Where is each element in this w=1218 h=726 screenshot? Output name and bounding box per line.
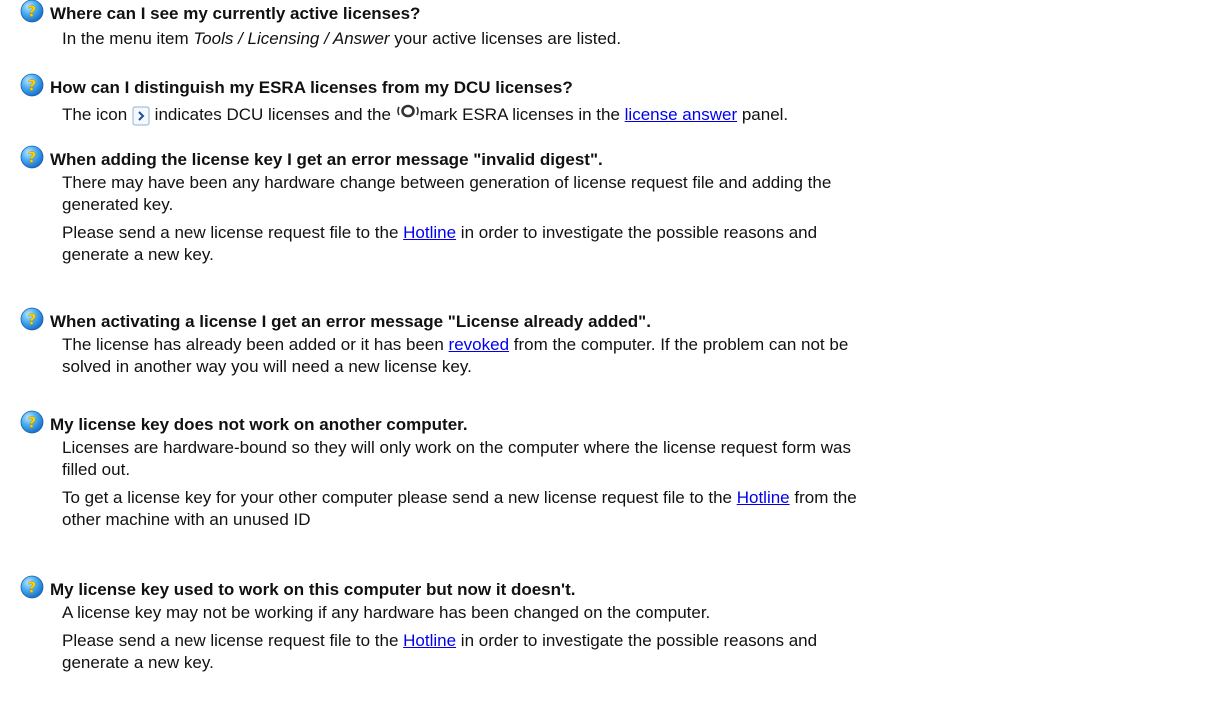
question-mark-icon: [20, 73, 44, 97]
faq-question-row: When activating a license I get an error…: [20, 310, 1208, 334]
dcu-arrow-icon: [132, 106, 150, 126]
faq-question: How can I distinguish my ESRA licenses f…: [50, 78, 573, 97]
faq-question: My license key does not work on another …: [50, 415, 468, 434]
faq-answer: The icon indicates DCU licenses and the …: [62, 104, 789, 126]
question-mark-icon: [20, 145, 44, 169]
faq-question-row: My license key does not work on another …: [20, 413, 1208, 437]
faq-question-row: Where can I see my currently active lice…: [20, 2, 1208, 26]
faq-answer: Licenses are hardware-bound so they will…: [62, 438, 857, 529]
faq-answer: A license key may not be working if any …: [62, 603, 818, 672]
faq-item: When adding the license key I get an err…: [20, 148, 1208, 264]
faq-question-row: When adding the license key I get an err…: [20, 148, 1208, 172]
faq-question-row: My license key used to work on this comp…: [20, 578, 1208, 602]
faq-answer: In the menu item Tools / Licensing / Ans…: [62, 29, 622, 48]
faq-question: Where can I see my currently active lice…: [50, 4, 421, 23]
question-mark-icon: [20, 0, 44, 23]
faq-question-row: How can I distinguish my ESRA licenses f…: [20, 76, 1208, 100]
faq-item: My license key does not work on another …: [20, 413, 1208, 529]
faq-question: When adding the license key I get an err…: [50, 150, 603, 169]
faq-item: My license key used to work on this comp…: [20, 578, 1208, 672]
faq-item: How can I distinguish my ESRA licenses f…: [20, 76, 1208, 126]
faq-question: My license key used to work on this comp…: [50, 580, 576, 599]
question-mark-icon: [20, 410, 44, 434]
faq-item: Where can I see my currently active lice…: [20, 2, 1208, 48]
hotline-link[interactable]: Hotline: [737, 488, 790, 507]
faq-answer: There may have been any hardware change …: [62, 173, 832, 264]
hotline-link[interactable]: Hotline: [403, 223, 456, 242]
faq-question: When activating a license I get an error…: [50, 312, 651, 331]
esra-ring-icon: [396, 104, 419, 118]
faq-answer: The license has already been added or it…: [62, 335, 849, 376]
license-answer-link[interactable]: license answer: [625, 105, 737, 124]
menu-path: Tools / Licensing / Answer: [193, 29, 390, 48]
revoked-link[interactable]: revoked: [449, 335, 509, 354]
faq-item: When activating a license I get an error…: [20, 310, 1208, 376]
question-mark-icon: [20, 307, 44, 331]
question-mark-icon: [20, 575, 44, 599]
hotline-link[interactable]: Hotline: [403, 631, 456, 650]
